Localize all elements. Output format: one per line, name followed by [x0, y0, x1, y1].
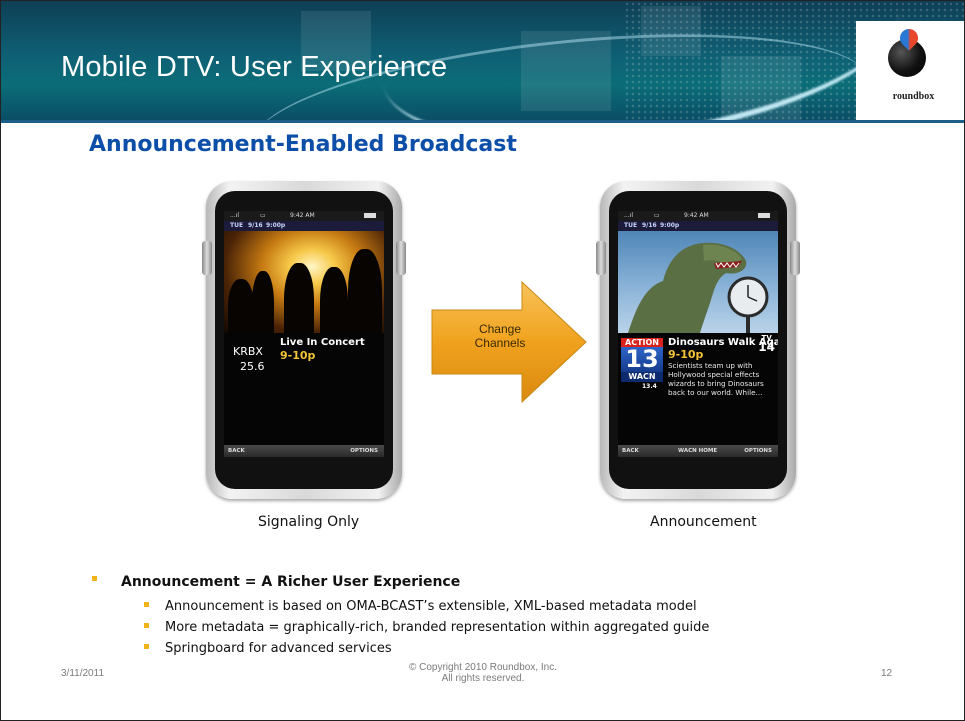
copyright-line-1: © Copyright 2010 Roundbox, Inc.: [408, 662, 557, 673]
sub-bullet: More metadata = graphically-rich, brande…: [165, 620, 710, 635]
footer-copyright: © Copyright 2010 Roundbox, Inc. All righ…: [383, 662, 583, 684]
slide-subtitle: Announcement-Enabled Broadcast: [89, 132, 517, 157]
logo-text: roundbox: [892, 91, 935, 102]
date-time: 9:00p: [266, 222, 286, 229]
options-softkey: OPTIONS: [744, 448, 772, 454]
status-bar: ...ıl ▭ 9:42 AM: [224, 211, 384, 221]
channel-info-panel: KRBX 25.6 Live In Concert 9-10p: [224, 333, 384, 445]
signal-icon: ...ıl: [624, 212, 634, 219]
status-time: 9:42 AM: [290, 212, 315, 219]
phone-signaling-only: ...ıl ▭ 9:42 AM TUE 9/16 9:00p KRBX 25.6: [202, 181, 406, 499]
rating-number: 14: [758, 340, 775, 354]
slide: Mobile DTV: User Experience roundbox Ann…: [0, 0, 965, 721]
sub-bullet: Springboard for advanced services: [165, 641, 392, 656]
footer-date: 3/11/2011: [61, 668, 105, 679]
phone-announcement: ...ıl ▭ 9:42 AM TUE 9/16 9:00p ACTION 13…: [596, 181, 800, 499]
dinosaur-video: [618, 231, 778, 333]
bullet-marker-icon: [92, 576, 97, 581]
channel-call-sign: KRBX: [233, 345, 263, 358]
program-title: Live In Concert: [280, 337, 365, 348]
channel-number: 13.4: [642, 383, 657, 390]
channel-number: 25.6: [240, 360, 265, 373]
softkey-bar: BACK WACN HOME OPTIONS: [618, 445, 778, 457]
dinosaur-image: [628, 242, 769, 333]
copyright-line-2: All rights reserved.: [441, 673, 525, 684]
back-softkey: BACK: [622, 448, 639, 454]
station-logo: ACTION 13 WACN: [621, 338, 663, 382]
phone-screen: ...ıl ▭ 9:42 AM TUE 9/16 9:00p KRBX 25.6: [224, 211, 384, 457]
softkey-bar: BACK OPTIONS: [224, 445, 384, 457]
bars-icon: ▭: [654, 212, 660, 219]
sub-bullet: Announcement is based on OMA-BCAST’s ext…: [165, 599, 697, 614]
options-softkey: OPTIONS: [350, 448, 378, 454]
date-day: TUE: [624, 222, 638, 229]
channel-info-panel: ACTION 13 WACN 13.4 Dinosaurs Walk Again…: [618, 333, 778, 445]
caption-announcement: Announcement: [650, 514, 757, 530]
status-bar: ...ıl ▭ 9:42 AM: [618, 211, 778, 221]
date-line: TUE 9/16 9:00p: [224, 221, 384, 231]
bullet-marker-icon: [144, 644, 149, 649]
caption-signaling-only: Signaling Only: [258, 514, 360, 530]
battery-icon: [364, 213, 376, 218]
date-line: TUE 9/16 9:00p: [618, 221, 778, 231]
back-softkey: BACK: [228, 448, 245, 454]
status-time: 9:42 AM: [684, 212, 709, 219]
station-logo-number: 13: [621, 347, 663, 372]
battery-icon: [758, 213, 770, 218]
home-softkey: WACN HOME: [678, 448, 718, 454]
date-date: 9/16: [642, 222, 657, 229]
header-divider: [1, 120, 964, 123]
arrow-label: Change Channels: [474, 322, 526, 350]
phone-screen: ...ıl ▭ 9:42 AM TUE 9/16 9:00p ACTION 13…: [618, 211, 778, 457]
page-number: 12: [881, 668, 893, 679]
program-description: Scientists team up with Hollywood specia…: [668, 361, 764, 397]
slide-title: Mobile DTV: User Experience: [61, 51, 448, 83]
bars-icon: ▭: [260, 212, 266, 219]
main-bullet: Announcement = A Richer User Experience: [121, 574, 461, 590]
program-time: 9-10p: [668, 348, 704, 361]
date-date: 9/16: [248, 222, 263, 229]
rating-badge: TV 14: [758, 335, 775, 354]
date-time: 9:00p: [660, 222, 680, 229]
concert-video: [224, 231, 384, 333]
header-band: Mobile DTV: User Experience roundbox: [1, 1, 964, 120]
program-time: 9-10p: [280, 349, 316, 362]
bullet-marker-icon: [144, 602, 149, 607]
signal-icon: ...ıl: [230, 212, 240, 219]
bullet-marker-icon: [144, 623, 149, 628]
date-day: TUE: [230, 222, 244, 229]
station-logo-call: WACN: [628, 372, 656, 381]
roundbox-logo: roundbox: [856, 21, 964, 120]
